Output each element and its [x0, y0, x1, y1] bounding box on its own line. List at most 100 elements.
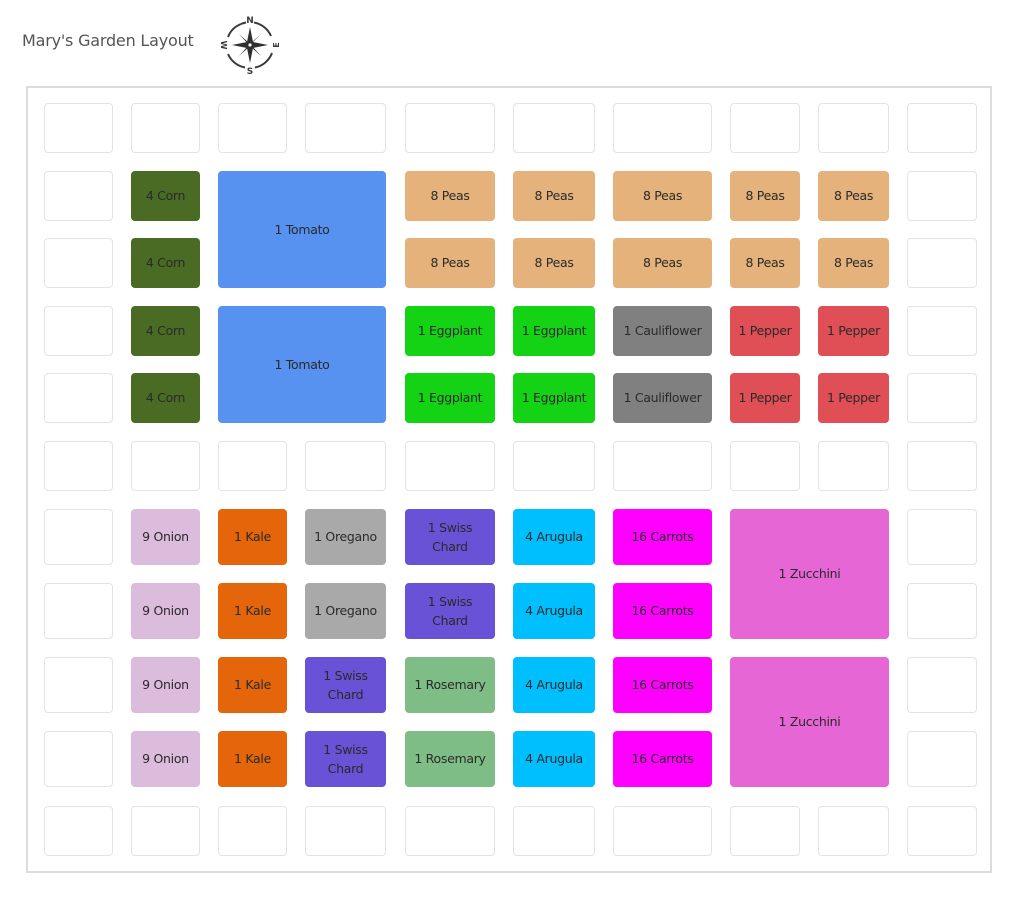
- bed-peas[interactable]: 8 Peas: [613, 171, 712, 221]
- bed-onion[interactable]: 9 Onion: [131, 731, 200, 787]
- bed-zucchini[interactable]: 1 Zucchini: [730, 657, 889, 787]
- bed-swiss-chard[interactable]: 1 Swiss Chard: [305, 731, 386, 787]
- empty-bed[interactable]: [907, 306, 977, 356]
- bed-kale[interactable]: 1 Kale: [218, 509, 287, 565]
- bed-arugula[interactable]: 4 Arugula: [513, 731, 595, 787]
- empty-bed[interactable]: [131, 806, 200, 856]
- bed-arugula[interactable]: 4 Arugula: [513, 509, 595, 565]
- bed-kale[interactable]: 1 Kale: [218, 657, 287, 713]
- empty-bed[interactable]: [907, 238, 977, 288]
- bed-zucchini[interactable]: 1 Zucchini: [730, 509, 889, 639]
- bed-peas[interactable]: 8 Peas: [513, 238, 595, 288]
- bed-corn[interactable]: 4 Corn: [131, 373, 200, 423]
- bed-cauliflower[interactable]: 1 Cauliflower: [613, 373, 712, 423]
- bed-peas[interactable]: 8 Peas: [405, 238, 495, 288]
- bed-eggplant[interactable]: 1 Eggplant: [513, 306, 595, 356]
- empty-bed[interactable]: [44, 238, 113, 288]
- bed-corn[interactable]: 4 Corn: [131, 238, 200, 288]
- empty-bed[interactable]: [218, 806, 287, 856]
- empty-bed[interactable]: [305, 806, 386, 856]
- bed-label: 8 Peas: [534, 255, 574, 271]
- bed-arugula[interactable]: 4 Arugula: [513, 657, 595, 713]
- bed-pepper[interactable]: 1 Pepper: [730, 306, 800, 356]
- bed-label: 1 Kale: [234, 603, 271, 619]
- bed-kale[interactable]: 1 Kale: [218, 731, 287, 787]
- bed-carrots[interactable]: 16 Carrots: [613, 509, 712, 565]
- empty-bed[interactable]: [305, 103, 386, 153]
- bed-swiss-chard[interactable]: 1 Swiss Chard: [405, 583, 495, 639]
- bed-carrots[interactable]: 16 Carrots: [613, 731, 712, 787]
- empty-bed[interactable]: [907, 103, 977, 153]
- empty-bed[interactable]: [730, 441, 800, 491]
- bed-oregano[interactable]: 1 Oregano: [305, 509, 386, 565]
- empty-bed[interactable]: [907, 441, 977, 491]
- bed-peas[interactable]: 8 Peas: [613, 238, 712, 288]
- bed-pepper[interactable]: 1 Pepper: [730, 373, 800, 423]
- bed-peas[interactable]: 8 Peas: [730, 238, 800, 288]
- bed-rosemary[interactable]: 1 Rosemary: [405, 731, 495, 787]
- empty-bed[interactable]: [818, 806, 889, 856]
- empty-bed[interactable]: [405, 103, 495, 153]
- empty-bed[interactable]: [907, 171, 977, 221]
- empty-bed[interactable]: [44, 731, 113, 787]
- empty-bed[interactable]: [818, 441, 889, 491]
- empty-bed[interactable]: [513, 441, 595, 491]
- empty-bed[interactable]: [131, 103, 200, 153]
- bed-eggplant[interactable]: 1 Eggplant: [405, 306, 495, 356]
- bed-pepper[interactable]: 1 Pepper: [818, 306, 889, 356]
- bed-onion[interactable]: 9 Onion: [131, 509, 200, 565]
- bed-pepper[interactable]: 1 Pepper: [818, 373, 889, 423]
- empty-bed[interactable]: [907, 657, 977, 713]
- empty-bed[interactable]: [44, 509, 113, 565]
- bed-peas[interactable]: 8 Peas: [730, 171, 800, 221]
- empty-bed[interactable]: [44, 306, 113, 356]
- bed-carrots[interactable]: 16 Carrots: [613, 657, 712, 713]
- bed-corn[interactable]: 4 Corn: [131, 306, 200, 356]
- bed-tomato[interactable]: 1 Tomato: [218, 171, 386, 288]
- bed-oregano[interactable]: 1 Oregano: [305, 583, 386, 639]
- bed-peas[interactable]: 8 Peas: [513, 171, 595, 221]
- empty-bed[interactable]: [613, 103, 712, 153]
- empty-bed[interactable]: [44, 103, 113, 153]
- bed-cauliflower[interactable]: 1 Cauliflower: [613, 306, 712, 356]
- empty-bed[interactable]: [44, 441, 113, 491]
- bed-peas[interactable]: 8 Peas: [818, 238, 889, 288]
- empty-bed[interactable]: [730, 103, 800, 153]
- empty-bed[interactable]: [44, 171, 113, 221]
- empty-bed[interactable]: [44, 583, 113, 639]
- empty-bed[interactable]: [44, 806, 113, 856]
- empty-bed[interactable]: [131, 441, 200, 491]
- empty-bed[interactable]: [907, 583, 977, 639]
- bed-peas[interactable]: 8 Peas: [405, 171, 495, 221]
- empty-bed[interactable]: [613, 806, 712, 856]
- bed-kale[interactable]: 1 Kale: [218, 583, 287, 639]
- empty-bed[interactable]: [730, 806, 800, 856]
- bed-arugula[interactable]: 4 Arugula: [513, 583, 595, 639]
- bed-rosemary[interactable]: 1 Rosemary: [405, 657, 495, 713]
- bed-swiss-chard[interactable]: 1 Swiss Chard: [305, 657, 386, 713]
- bed-tomato[interactable]: 1 Tomato: [218, 306, 386, 423]
- empty-bed[interactable]: [907, 731, 977, 787]
- empty-bed[interactable]: [44, 657, 113, 713]
- bed-onion[interactable]: 9 Onion: [131, 583, 200, 639]
- empty-bed[interactable]: [44, 373, 113, 423]
- empty-bed[interactable]: [513, 806, 595, 856]
- empty-bed[interactable]: [818, 103, 889, 153]
- bed-eggplant[interactable]: 1 Eggplant: [405, 373, 495, 423]
- bed-eggplant[interactable]: 1 Eggplant: [513, 373, 595, 423]
- empty-bed[interactable]: [907, 373, 977, 423]
- empty-bed[interactable]: [305, 441, 386, 491]
- empty-bed[interactable]: [907, 806, 977, 856]
- bed-carrots[interactable]: 16 Carrots: [613, 583, 712, 639]
- empty-bed[interactable]: [907, 509, 977, 565]
- empty-bed[interactable]: [405, 441, 495, 491]
- empty-bed[interactable]: [218, 441, 287, 491]
- bed-onion[interactable]: 9 Onion: [131, 657, 200, 713]
- bed-peas[interactable]: 8 Peas: [818, 171, 889, 221]
- bed-swiss-chard[interactable]: 1 Swiss Chard: [405, 509, 495, 565]
- empty-bed[interactable]: [405, 806, 495, 856]
- bed-corn[interactable]: 4 Corn: [131, 171, 200, 221]
- empty-bed[interactable]: [218, 103, 287, 153]
- empty-bed[interactable]: [613, 441, 712, 491]
- empty-bed[interactable]: [513, 103, 595, 153]
